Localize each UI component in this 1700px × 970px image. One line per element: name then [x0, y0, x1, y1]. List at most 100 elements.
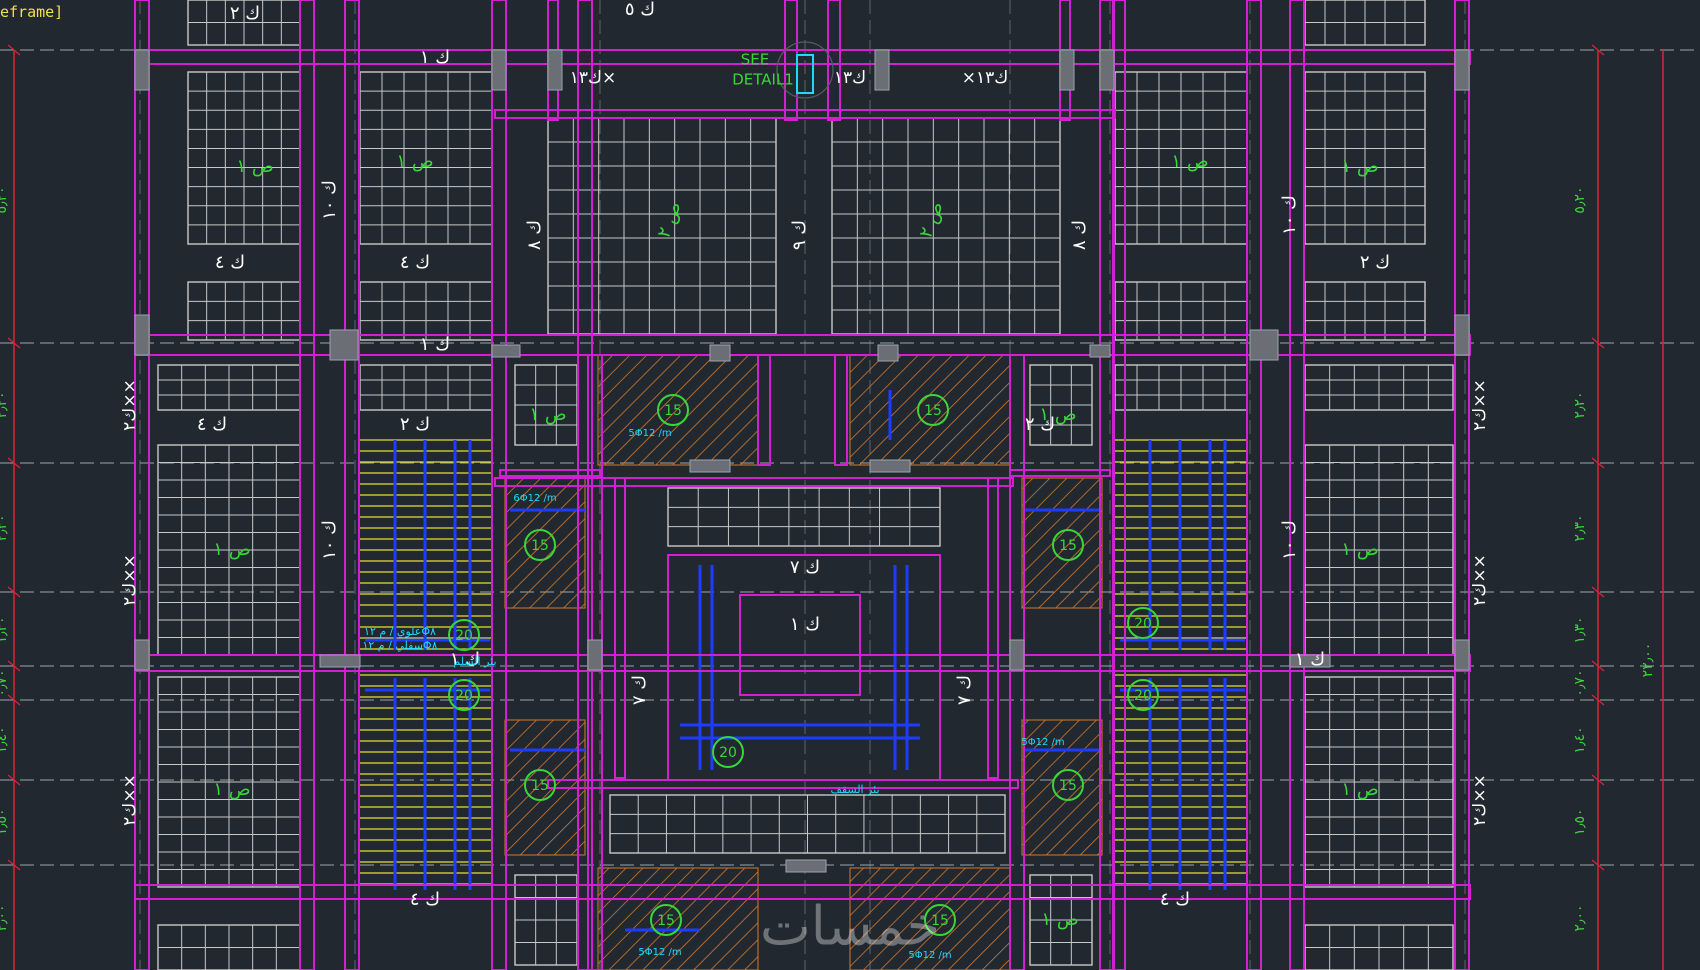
slab-tag: ص ١ [1341, 539, 1378, 560]
beam-label: ك ٧ [790, 557, 820, 578]
column-tag: ك٢×× [120, 554, 140, 606]
beam-label: ك ١٠ [1279, 520, 1300, 560]
thickness-value: 15 [1059, 778, 1077, 794]
slab-tag: ص ١ [1341, 779, 1378, 800]
column-tag: ك٢×× [1470, 774, 1490, 826]
beam-vertical [1246, 0, 1262, 970]
dimension-value-left: ٢٫٢٠ [0, 391, 10, 418]
beam-label: ك ١٠ [1279, 195, 1300, 235]
column-tag: ك٢×× [1470, 554, 1490, 606]
column [1009, 639, 1025, 671]
column [1099, 49, 1115, 91]
dimension-value-right: ٢٫٠٠ [1572, 904, 1588, 931]
slab-block [1304, 0, 1426, 46]
slab-block [359, 281, 493, 341]
thickness-value: 20 [455, 628, 473, 644]
column [1454, 639, 1470, 671]
column [869, 459, 911, 473]
rebar-note: 5Φ12 /m [638, 947, 681, 958]
dimension-value-right: ٢٫٣٠ [1572, 514, 1588, 541]
thickness-value: 20 [455, 688, 473, 704]
cad-drawing-viewport[interactable]: eframe] ٥٫٢٠ ٢٫٢٠ ٢٫٣٠ ١٫٣٠ ٠٫٧٠ ١٫٤٠ ١٫٥٠ ٢٫٠٠… [0, 0, 1700, 970]
stair-note: بئر السقف [830, 783, 879, 796]
column [874, 49, 890, 91]
column [491, 49, 507, 91]
thickness-value: 15 [531, 778, 549, 794]
beam-horizontal [134, 49, 1471, 65]
column [547, 49, 563, 91]
beam-label: ك ٤ [1160, 889, 1190, 910]
beam-vertical [784, 0, 798, 121]
column [1249, 329, 1279, 361]
beam-label: ك ٤ [197, 414, 227, 435]
beam-vertical [614, 477, 626, 779]
slab-tag: ص ١ [529, 404, 566, 425]
column-tag: ك١٣ [834, 68, 866, 88]
slab-block [1304, 281, 1426, 341]
beam-vertical [987, 477, 999, 779]
beam-stair-box [739, 594, 861, 696]
detail-callout-text: DETAIL1 [732, 71, 794, 89]
slab-block-center-right [831, 117, 1061, 335]
beam-label: ك ٢ [400, 414, 430, 435]
thickness-value: 15 [664, 403, 682, 419]
thickness-value: 20 [719, 745, 737, 761]
beam-label: ك ٢ [230, 3, 260, 24]
beam-horizontal [547, 779, 1019, 789]
beam-label: ك ٤ [400, 252, 430, 273]
column [1059, 49, 1075, 91]
rebar-note: 5Φ12 /m [1021, 737, 1064, 748]
slab-block [514, 874, 578, 966]
column-tag: ك٢×× [120, 379, 140, 431]
watermark-logo: خمسات [760, 895, 940, 958]
dimension-value-right: ١٫٣٠ [1572, 616, 1588, 643]
beam-label: ك ١ [790, 614, 820, 635]
dimension-value-left: ١٫٣٠ [0, 616, 10, 643]
beam-label: ك ١ [420, 47, 450, 68]
beam-vertical [1289, 0, 1305, 970]
column [689, 459, 731, 473]
slab-block [1114, 364, 1248, 411]
beam-vertical [299, 0, 315, 970]
beam-horizontal [499, 469, 601, 477]
column-tag: ك١٣× [570, 68, 617, 88]
slab-tag: ص ١ [1341, 156, 1378, 177]
slab-block [1304, 364, 1454, 411]
slab-block [157, 924, 301, 970]
column [134, 49, 150, 91]
column [877, 344, 899, 362]
beam-label: ك ١٠ [319, 520, 340, 560]
beam-vertical [827, 0, 841, 121]
thickness-value: 20 [1134, 688, 1152, 704]
thickness-value: 15 [1059, 538, 1077, 554]
dimension-value-right: ١٫٥٠ [1572, 808, 1588, 835]
column [1089, 344, 1111, 358]
dimension-value-left: ١٫٥٠ [0, 808, 10, 835]
structural-plan-drawing[interactable]: ٥٫٢٠ ٢٫٢٠ ٢٫٣٠ ١٫٣٠ ٠٫٧٠ ١٫٤٠ ١٫٥٠ ٢٫٠٠ ٥٫٢٠ ٢٫٢٠… [0, 0, 1700, 970]
thickness-value: 20 [1134, 616, 1152, 632]
slab-tag: ص ٢ [915, 199, 947, 241]
beam-label: ك ٨ [1069, 220, 1090, 250]
column [491, 344, 521, 358]
thickness-value: 15 [531, 538, 549, 554]
column [319, 654, 361, 668]
column-tag: ×ك١٣ [962, 68, 1009, 88]
beam-label: ك ٤ [215, 252, 245, 273]
column [587, 639, 603, 671]
beam-vertical [834, 354, 848, 466]
slab-tag: ص ١ [236, 156, 273, 177]
stair-note: علوي / م ١٢Φ٨ [364, 625, 436, 638]
beam-label: ك ٧ [954, 675, 975, 705]
slab-block [187, 281, 301, 341]
slab-thickness-marker: 20 [1127, 607, 1159, 639]
beam-label: ك ٨ [524, 220, 545, 250]
slab-block-right-low [1304, 676, 1454, 888]
beam-label: ك ٤ [410, 889, 440, 910]
dimension-value-right: ٠٫٧٠ [1572, 669, 1588, 696]
slab-thickness-marker: 20 [1127, 679, 1159, 711]
beam-label: ك ٩ [789, 220, 810, 250]
column [134, 639, 150, 671]
stair-note: بئر السلم [453, 655, 496, 668]
rebar-note: 5Φ12 /m [628, 428, 671, 439]
beam-label: ك ٧ [629, 675, 650, 705]
